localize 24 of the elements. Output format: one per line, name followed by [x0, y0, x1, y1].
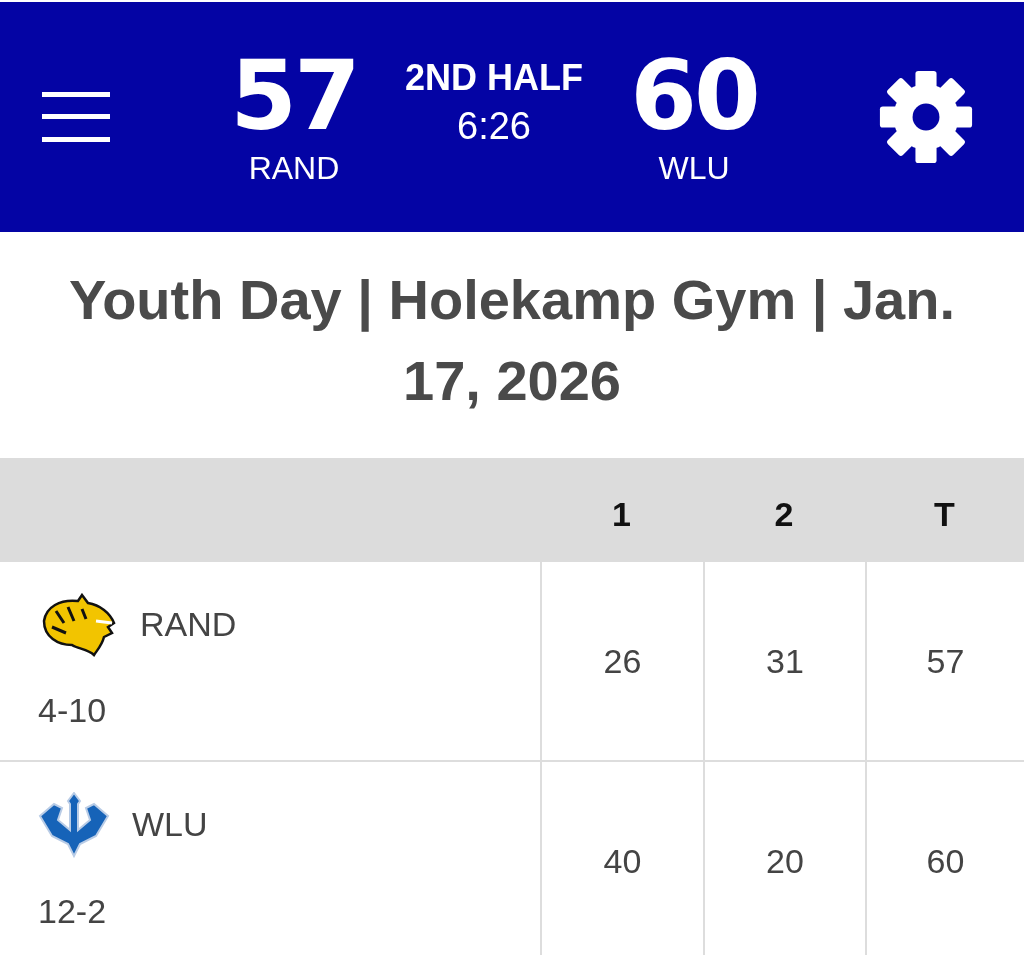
score-cell: 60 [865, 762, 1024, 955]
team-name: WLU [658, 149, 730, 187]
score-cell: 26 [540, 562, 703, 762]
team-name: RAND [248, 149, 340, 187]
home-score: 57 [230, 47, 358, 144]
team-record: 12-2 [38, 891, 107, 931]
score-cell: 57 [865, 562, 1024, 762]
game-period: 2ND HALF [405, 56, 583, 99]
game-title-line: 17, 2026 [403, 348, 621, 414]
game-clock: 6:26 [457, 104, 531, 148]
column-header: 2 [703, 458, 865, 562]
score-cell: 40 [540, 762, 703, 955]
menu-icon[interactable] [42, 92, 110, 142]
column-header: 1 [540, 458, 703, 562]
score-cell: 31 [703, 562, 865, 762]
team-name: RAND [140, 605, 237, 644]
away-score: 60 [630, 47, 758, 144]
team-record: 4-10 [38, 690, 107, 730]
trident-icon [38, 791, 110, 858]
settings-icon[interactable] [878, 69, 974, 165]
score-cell: 20 [703, 762, 865, 955]
column-header: T [865, 458, 1024, 562]
game-title-line: Youth Day | Holekamp Gym | Jan. [68, 266, 956, 334]
team-name: WLU [132, 805, 208, 844]
